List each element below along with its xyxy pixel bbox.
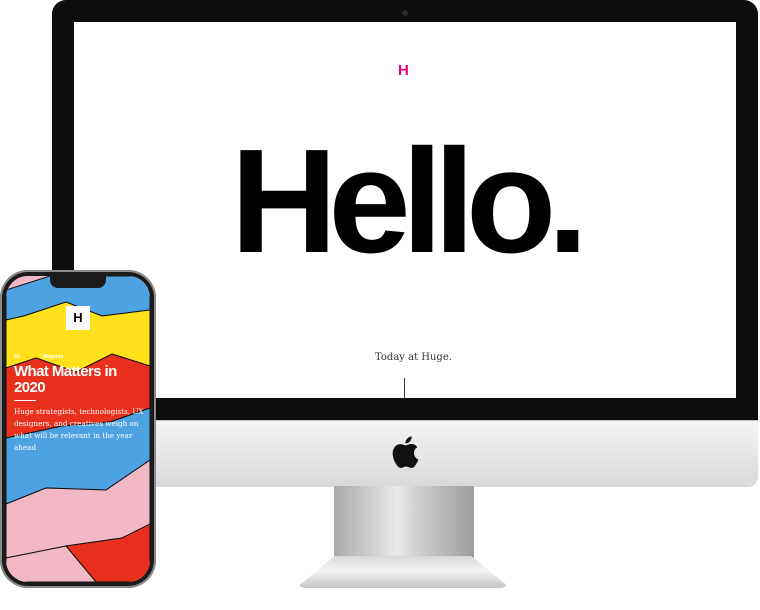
mobile-screen: H 01. Magenta What Matters in 2020 Huge s… xyxy=(6,276,150,582)
article-number: 01. xyxy=(14,354,21,360)
article-category: Magenta xyxy=(42,354,64,360)
imac-stand-foot xyxy=(296,556,510,588)
imac-stand xyxy=(334,486,474,558)
device-mockup: H Hello. Today at Huge. H 01. Magenta Wh… xyxy=(0,0,760,610)
mobile-logo[interactable]: H xyxy=(66,306,90,330)
phone-frame: H 01. Magenta What Matters in 2020 Huge s… xyxy=(0,270,156,588)
title-divider xyxy=(14,400,36,401)
hero-tagline: Today at Huge. xyxy=(375,352,452,363)
apple-logo-icon xyxy=(392,436,419,468)
hero-headline: Hello. xyxy=(230,119,589,284)
article-title[interactable]: What Matters in 2020 xyxy=(14,364,148,396)
phone-notch xyxy=(50,276,106,288)
article-description: Huge strategists, technologists, UX desi… xyxy=(14,407,144,452)
scroll-indicator[interactable] xyxy=(404,378,405,398)
site-logo[interactable]: H xyxy=(398,62,409,79)
article-kicker: 01. Magenta xyxy=(14,354,63,360)
camera-icon xyxy=(402,10,408,16)
